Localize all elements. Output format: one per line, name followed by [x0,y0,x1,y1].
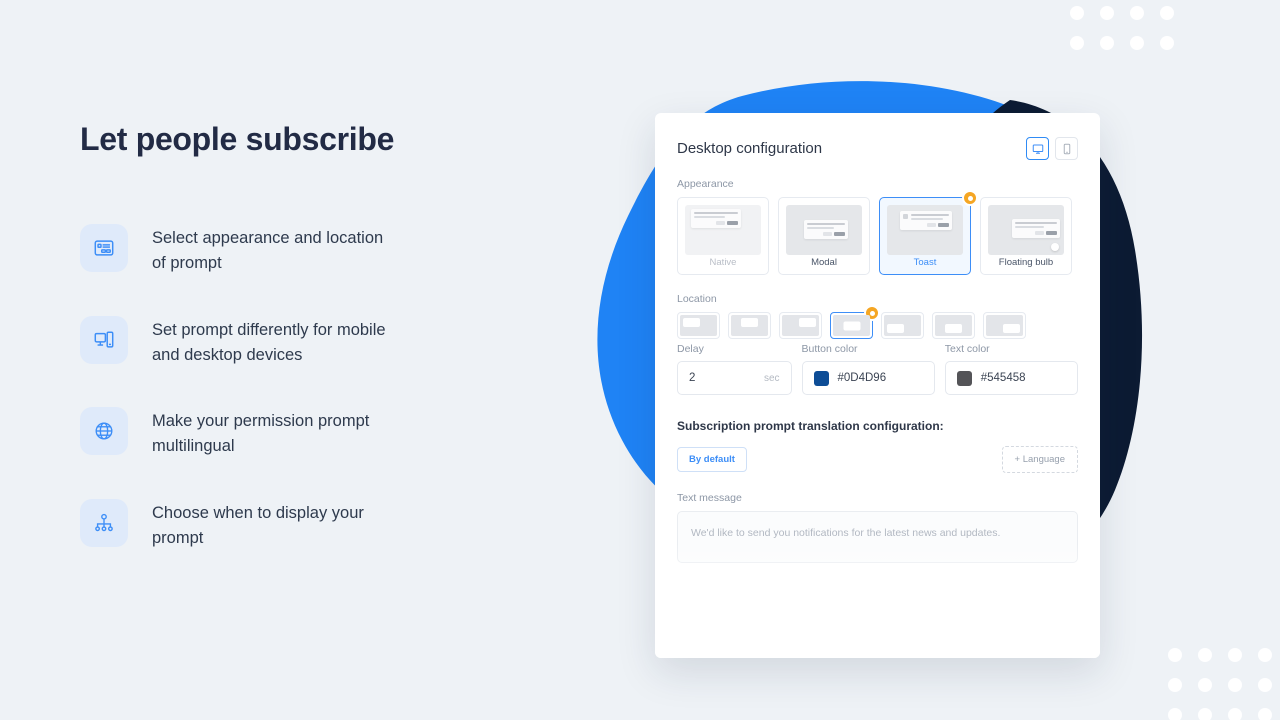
button-color-field-group: Button color #0D4D96 [801,343,935,395]
button-color-input[interactable]: #0D4D96 [801,361,935,395]
text-color-label: Text color [944,343,990,355]
text-color-value: #545458 [980,372,1026,384]
feature-item-appearance: Select appearance and location of prompt [80,224,550,276]
appearance-thumbnail-toast [887,205,963,255]
delay-value: 2 [689,372,696,384]
location-option-bottom-center[interactable] [932,312,975,339]
sitemap-icon [80,498,128,547]
desktop-toggle-button[interactable] [1026,137,1049,160]
appearance-section-label: Appearance [677,178,734,190]
delay-field-group: Delay 2 sec [677,343,792,395]
card-title: Desktop configuration [677,140,823,157]
appearance-option-native[interactable]: Native [677,197,769,275]
device-toggle-group[interactable] [1026,137,1078,160]
button-color-label: Button color [801,343,858,355]
translation-section-title: Subscription prompt translation configur… [677,419,944,433]
left-content-column: Let people subscribe Select appearance a… [80,120,550,550]
dot-grid-bottom-right [1168,648,1272,720]
text-color-input[interactable]: #545458 [944,361,1078,395]
appearance-option-label: Native [709,257,737,268]
location-option-bottom-left[interactable] [881,312,924,339]
location-option-group[interactable] [677,305,1078,339]
feature-item-multilingual: Make your permission prompt multilingual [80,407,550,459]
appearance-option-modal[interactable]: Modal [778,197,870,275]
configuration-card: Desktop configuration Appearance Native … [655,113,1100,658]
feature-item-label: Select appearance and location of prompt [152,229,384,273]
location-option-top-right[interactable] [779,312,822,339]
text-message-placeholder: We'd like to send you notifications for … [691,527,1001,539]
appearance-thumbnail-floating-bulb [988,205,1064,255]
page-title: Let people subscribe [80,121,395,157]
button-color-swatch[interactable] [813,370,829,386]
add-language-button[interactable]: + Language [1001,446,1078,473]
location-option-bottom-right[interactable] [983,312,1026,339]
button-color-value: #0D4D96 [837,372,887,384]
feature-item-label: Set prompt differently for mobile and de… [152,320,386,364]
location-section-label: Location [677,293,717,305]
feature-list: Select appearance and location of prompt… [80,224,550,550]
delay-label: Delay [677,343,704,355]
devices-icon [80,315,128,364]
appearance-option-group[interactable]: Native Modal Toast Floating bulb [677,190,1078,275]
text-message-label: Text message [677,492,742,504]
appearance-thumbnail-modal [786,205,862,255]
dot-grid-top-right [1070,6,1174,50]
prompt-card-icon [80,224,128,273]
feature-item-label: Choose when to display your prompt [152,503,364,547]
globe-icon [80,407,128,456]
location-option-top-center[interactable] [728,312,771,339]
text-color-field-group: Text color #545458 [944,343,1078,395]
appearance-option-floating-bulb[interactable]: Floating bulb [980,197,1072,275]
appearance-option-label: Toast [913,257,937,268]
delay-input[interactable]: 2 sec [677,361,792,395]
delay-unit: sec [763,372,780,384]
mobile-toggle-button[interactable] [1055,137,1078,160]
appearance-option-label: Floating bulb [998,257,1054,268]
appearance-option-toast[interactable]: Toast [879,190,978,275]
appearance-option-label: Modal [811,257,837,268]
settings-field-row: Delay 2 sec Button color #0D4D96 Text co… [677,343,1078,395]
language-tab-row: By default + Language [677,446,1078,473]
text-color-swatch[interactable] [956,370,972,386]
location-option-top-left[interactable] [677,312,720,339]
floating-bulb-dot-icon [1051,243,1059,251]
card-header: Desktop configuration [677,137,1078,160]
by-default-language-tab[interactable]: By default [677,447,747,472]
feature-item-trigger: Choose when to display your prompt [80,498,550,551]
appearance-thumbnail-native [685,205,761,255]
location-option-center[interactable] [830,305,880,339]
feature-item-label: Make your permission prompt multilingual [152,412,370,456]
feature-item-devices: Set prompt differently for mobile and de… [80,315,550,368]
slide-canvas: Let people subscribe Select appearance a… [0,0,1280,720]
selected-badge-icon [962,190,978,206]
text-message-textarea[interactable]: We'd like to send you notifications for … [677,511,1078,563]
